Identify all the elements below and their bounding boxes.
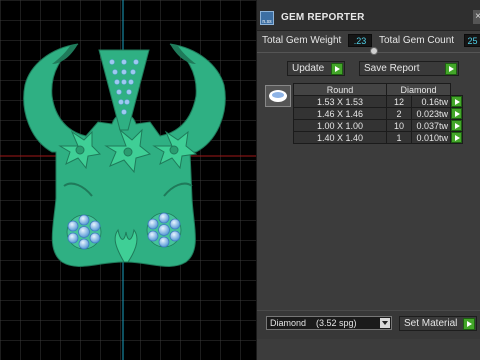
table-row[interactable]: 1.00 X 1.00 10 0.037tw xyxy=(293,119,463,132)
viewport-canvas[interactable] xyxy=(0,0,256,360)
section-divider xyxy=(257,52,480,53)
row-arrow-icon[interactable] xyxy=(451,132,462,143)
gem-count: 1 xyxy=(386,131,412,144)
gem-reporter-panel: n.ss GEM REPORTER × Total Gem Weight .23… xyxy=(256,0,480,360)
gem-weight: 0.023tw xyxy=(411,107,451,120)
update-button[interactable]: Update xyxy=(287,61,345,76)
gem-count: 12 xyxy=(386,95,412,108)
row-select-cell xyxy=(450,131,463,144)
app-icon-label: n.ss xyxy=(262,19,272,25)
close-icon[interactable]: × xyxy=(473,10,480,24)
splitter-knob[interactable] xyxy=(370,47,378,55)
update-arrow-icon[interactable] xyxy=(331,63,343,75)
3d-viewport[interactable] xyxy=(0,0,256,360)
total-weight-label: Total Gem Weight xyxy=(262,35,342,46)
gem-size: 1.46 X 1.46 xyxy=(293,107,387,120)
gem-count: 10 xyxy=(386,119,412,132)
panel-title: GEM REPORTER xyxy=(281,12,365,23)
total-weight-value: .23 xyxy=(348,34,372,47)
set-material-button-label: Set Material xyxy=(404,318,458,329)
col-header-spacer xyxy=(451,84,463,96)
col-header-material: Diamond xyxy=(386,83,451,96)
material-select-value: Diamond (3.52 spg) xyxy=(270,318,357,328)
save-report-arrow-icon[interactable] xyxy=(445,63,457,75)
row-arrow-icon[interactable] xyxy=(451,96,462,107)
chevron-down-icon[interactable] xyxy=(380,318,390,328)
row-select-cell xyxy=(450,119,463,132)
gem-cluster-right xyxy=(146,212,182,248)
row-select-cell xyxy=(450,107,463,120)
gem-size: 1.00 X 1.00 xyxy=(293,119,387,132)
row-arrow-icon[interactable] xyxy=(451,108,462,119)
gem-weight: 0.037tw xyxy=(411,119,451,132)
update-button-label: Update xyxy=(292,63,325,74)
gem-weight: 0.010tw xyxy=(411,131,451,144)
row-select-cell xyxy=(450,95,463,108)
gem-shape-thumbnail[interactable] xyxy=(265,85,291,107)
total-count-value: 25 xyxy=(464,34,480,47)
table-row[interactable]: 1.40 X 1.40 1 0.010tw xyxy=(293,131,463,144)
gem-weight: 0.16tw xyxy=(411,95,451,108)
gem-size: 1.40 X 1.40 xyxy=(293,131,387,144)
material-select[interactable]: Diamond (3.52 spg) xyxy=(266,316,392,330)
total-count-label: Total Gem Count xyxy=(379,35,455,46)
gem-size: 1.53 X 1.53 xyxy=(293,95,387,108)
gem-table-header: Round Diamond xyxy=(293,83,463,96)
gem-table: Round Diamond 1.53 X 1.53 12 0.16tw 1.46… xyxy=(293,83,463,144)
col-header-shape: Round xyxy=(293,83,387,96)
panel-titlebar: n.ss GEM REPORTER × xyxy=(257,0,480,31)
set-material-button[interactable]: Set Material xyxy=(399,316,477,331)
save-report-button-label: Save Report xyxy=(364,63,420,74)
table-row[interactable]: 1.46 X 1.46 2 0.023tw xyxy=(293,107,463,120)
gem-reporter-icon: n.ss xyxy=(260,11,274,25)
save-report-button[interactable]: Save Report xyxy=(359,61,459,76)
set-material-arrow-icon[interactable] xyxy=(463,318,475,330)
table-row[interactable]: 1.53 X 1.53 12 0.16tw xyxy=(293,95,463,108)
row-arrow-icon[interactable] xyxy=(451,120,462,131)
round-gem-icon xyxy=(269,90,287,102)
gem-count: 2 xyxy=(386,107,412,120)
gem-cluster-left xyxy=(66,214,102,250)
